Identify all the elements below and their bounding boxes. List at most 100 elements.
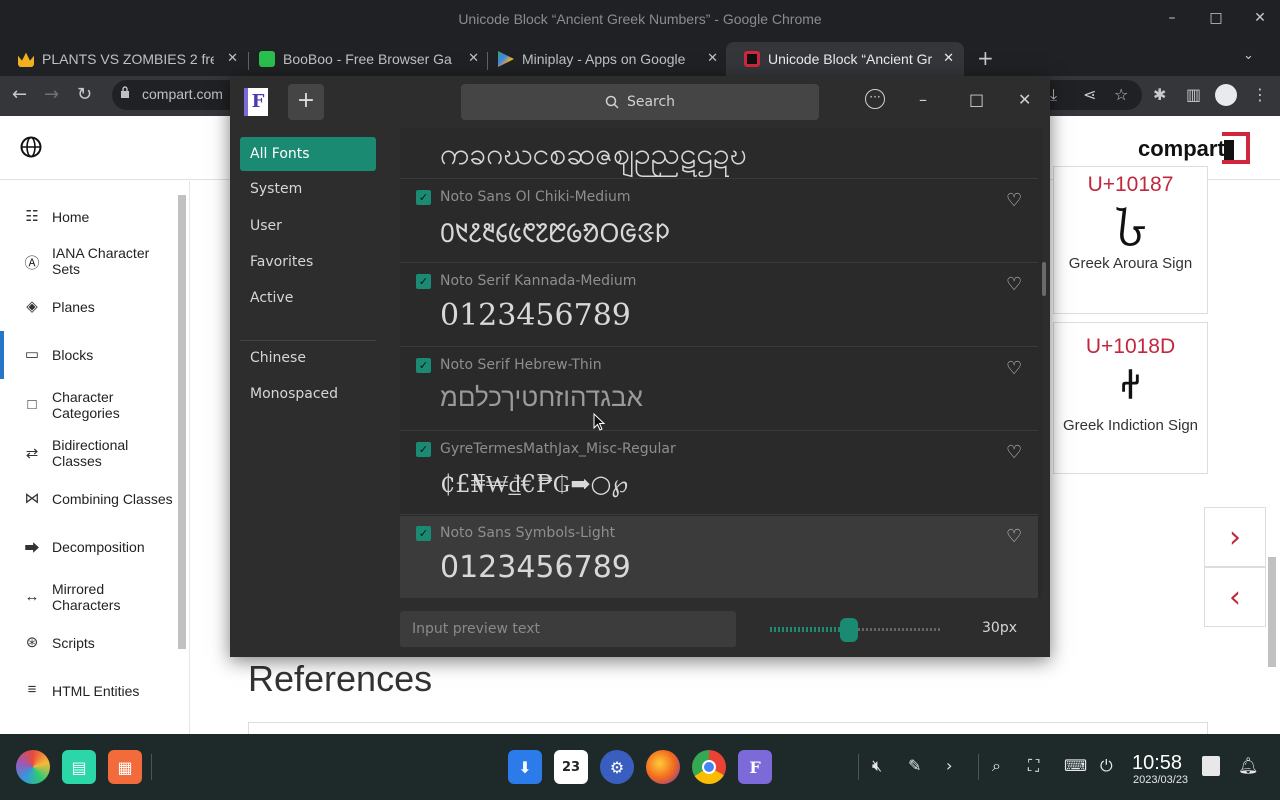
category-active[interactable]: Active <box>240 281 376 315</box>
font-enabled-checkbox[interactable]: ✓ <box>416 190 431 205</box>
multitasking-icon[interactable]: ▦ <box>108 750 142 784</box>
maximize-dialog-button[interactable]: □ <box>969 90 984 109</box>
sidebar-item-scripts[interactable]: ⊛ Scripts <box>0 627 176 659</box>
notifications-bell-icon[interactable]: 🔔︎ <box>1238 756 1258 775</box>
font-row[interactable]: ✓ Noto Serif Hebrew-Thin אבגדהוזחטיךכלםמ… <box>400 348 1038 431</box>
install-icon[interactable]: ⤓ <box>1050 85 1057 105</box>
sidebar-item-character-categories[interactable]: □ Character Categories <box>0 387 176 423</box>
sidebar-item-html-entities[interactable]: ≡ HTML Entities <box>0 675 176 707</box>
category-all-fonts[interactable]: All Fonts <box>240 137 376 171</box>
slider-knob[interactable] <box>839 618 858 642</box>
previous-page-button[interactable]: ‹ <box>1204 567 1266 627</box>
tab-search-icon[interactable]: ⌄ <box>1243 48 1254 63</box>
layers-icon: ◈ <box>26 298 38 315</box>
share-icon[interactable]: ⋖ <box>1083 85 1096 104</box>
tab-plants-vs-zombies[interactable]: PLANTS VS ZOMBIES 2 free ✕ <box>0 42 248 76</box>
page-scroll-thumb[interactable] <box>1268 557 1276 667</box>
font-enabled-checkbox[interactable]: ✓ <box>416 274 431 289</box>
font-row[interactable]: ကခဂဃငစဆဇဈဉညဋဌဍဎ <box>400 128 1038 179</box>
font-enabled-checkbox[interactable]: ✓ <box>416 526 431 541</box>
minimize-window-button[interactable]: – <box>1160 10 1184 30</box>
font-size-slider[interactable] <box>770 618 940 642</box>
sidebar-scrollbar[interactable] <box>177 183 187 734</box>
minimize-dialog-button[interactable]: – <box>919 90 927 109</box>
character-card[interactable]: U+1018D 𐆍 Greek Indiction Sign <box>1053 322 1208 474</box>
font-enabled-checkbox[interactable]: ✓ <box>416 358 431 373</box>
close-dialog-button[interactable]: ✕ <box>1018 90 1031 109</box>
category-favorites[interactable]: Favorites <box>240 245 376 279</box>
sidebar-item-bidirectional-classes[interactable]: ⇄ Bidirectional Classes <box>0 435 176 471</box>
font-search-field[interactable]: Search <box>461 84 819 120</box>
sidebar-item-iana-character-sets[interactable]: Ⓐ IANA Character Sets <box>0 243 176 279</box>
app-store-icon[interactable]: ⬇ <box>508 750 542 784</box>
firefox-icon[interactable] <box>646 750 680 784</box>
close-tab-icon[interactable]: ✕ <box>227 50 238 66</box>
close-tab-icon[interactable]: ✕ <box>943 50 954 66</box>
font-row[interactable]: ✓ GyreTermesMathJax_Misc-Regular ₵£₦₩₫€₱… <box>400 432 1038 515</box>
bookmark-star-icon[interactable]: ☆ <box>1114 85 1128 104</box>
keyboard-icon[interactable]: ⌨ <box>1064 756 1087 775</box>
back-arrow-icon[interactable]: ← <box>12 84 27 105</box>
add-fonts-button[interactable]: + <box>288 84 324 120</box>
font-manager-app-icon[interactable]: F <box>738 750 772 784</box>
settings-gear-icon[interactable]: ⚙ <box>600 750 634 784</box>
sidebar-item-label: Mirrored Characters <box>52 581 121 613</box>
volume-muted-icon[interactable]: 🔇︎ <box>872 756 882 776</box>
file-manager-icon[interactable]: ▤ <box>62 750 96 784</box>
calendar-icon[interactable]: 23 <box>554 750 588 784</box>
new-tab-button[interactable]: + <box>977 46 994 70</box>
tab-miniplay[interactable]: Miniplay - Apps on Google ✕ <box>480 42 728 76</box>
close-tab-icon[interactable]: ✕ <box>468 50 479 66</box>
favorite-heart-icon[interactable]: ♡ <box>1006 190 1022 211</box>
menu-kebab-icon[interactable]: ⋮ <box>1252 85 1268 104</box>
font-name: Noto Serif Kannada-Medium <box>440 273 637 289</box>
tab-booboo[interactable]: BooBoo - Free Browser Ga ✕ <box>241 42 489 76</box>
close-window-button[interactable]: ✕ <box>1248 10 1272 30</box>
tab-unicode-block[interactable]: Unicode Block “Ancient Gr ✕ <box>726 42 964 76</box>
sidebar-scroll-thumb[interactable] <box>178 195 186 649</box>
launcher-icon[interactable] <box>16 750 50 784</box>
favorite-heart-icon[interactable]: ♡ <box>1006 358 1022 379</box>
font-list-scrollbar[interactable] <box>1042 262 1046 296</box>
profile-avatar-icon[interactable] <box>1215 84 1237 106</box>
search-icon[interactable]: ⌕ <box>992 756 1001 776</box>
sidebar-item-home[interactable]: ☷ Home <box>0 201 176 233</box>
more-options-icon[interactable]: ··· <box>865 89 885 109</box>
page-scrollbar[interactable] <box>1266 181 1278 734</box>
font-row[interactable]: ✓ Noto Serif Kannada-Medium 0123456789 ♡ <box>400 264 1038 347</box>
reload-icon[interactable]: ↻ <box>77 84 92 105</box>
sidebar-item-blocks[interactable]: ▭ Blocks <box>0 339 176 371</box>
sidebar-item-label: IANA Character Sets <box>52 245 150 277</box>
collection-chinese[interactable]: Chinese <box>240 341 376 375</box>
side-panel-icon[interactable]: ▥ <box>1186 85 1201 104</box>
trash-icon[interactable] <box>1202 756 1220 776</box>
next-page-button[interactable]: › <box>1204 507 1266 567</box>
forward-arrow-icon[interactable]: → <box>44 84 59 105</box>
maximize-window-button[interactable]: □ <box>1204 10 1228 30</box>
power-icon[interactable]: ⏻ <box>1100 756 1113 776</box>
favorite-heart-icon[interactable]: ♡ <box>1006 442 1022 463</box>
clock-time[interactable]: 10:58 <box>1132 752 1182 775</box>
sidebar-item-combining-classes[interactable]: ⋈ Combining Classes <box>0 483 176 515</box>
globe-icon[interactable] <box>20 136 42 158</box>
pen-icon[interactable]: ✎ <box>908 756 921 775</box>
favorite-heart-icon[interactable]: ♡ <box>1006 526 1022 547</box>
favorite-heart-icon[interactable]: ♡ <box>1006 274 1022 295</box>
extensions-icon[interactable]: ✱ <box>1153 85 1166 104</box>
site-logo-text[interactable]: compart <box>1138 136 1225 162</box>
character-card[interactable]: U+10187 𐆇 Greek Aroura Sign <box>1053 166 1208 314</box>
chrome-icon[interactable] <box>692 750 726 784</box>
category-system[interactable]: System <box>240 172 376 206</box>
font-row[interactable]: ✓ Noto Sans Ol Chiki-Medium ᱐᱑᱒᱓᱔᱕᱖᱗᱘᱙ᱚᱛ… <box>400 180 1038 263</box>
screenshot-icon[interactable]: ⛶ <box>1028 756 1039 776</box>
sidebar-item-planes[interactable]: ◈ Planes <box>0 291 176 323</box>
collection-monospaced[interactable]: Monospaced <box>240 377 376 411</box>
sidebar-item-decomposition[interactable]: ⮕ Decomposition <box>0 531 176 563</box>
close-tab-icon[interactable]: ✕ <box>707 50 718 66</box>
sidebar-item-mirrored-characters[interactable]: ↔ Mirrored Characters <box>0 579 176 615</box>
expand-tray-icon[interactable]: › <box>946 756 952 775</box>
font-row[interactable]: ✓ Noto Sans Symbols-Light 0123456789 ♡ <box>400 516 1038 598</box>
font-enabled-checkbox[interactable]: ✓ <box>416 442 431 457</box>
category-user[interactable]: User <box>240 209 376 243</box>
preview-text-input[interactable] <box>400 611 736 647</box>
